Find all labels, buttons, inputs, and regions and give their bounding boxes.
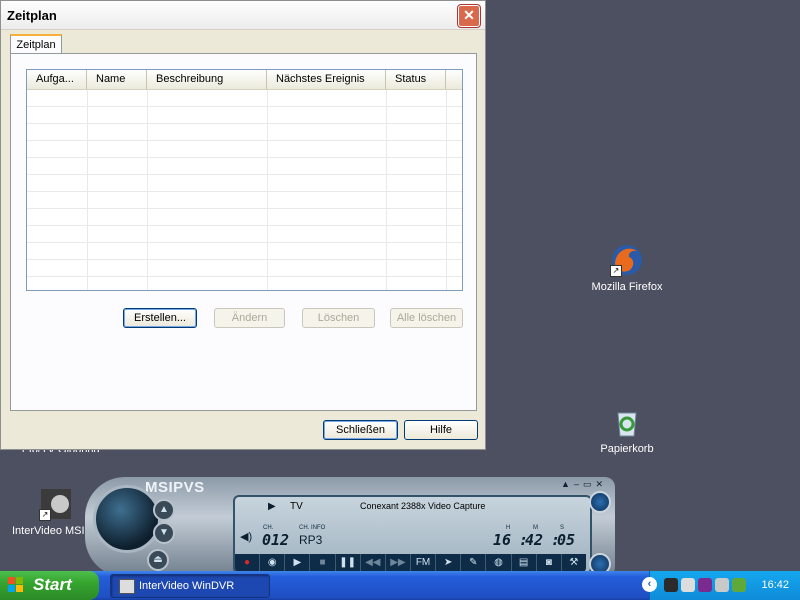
nvidia-tray-icon[interactable] <box>732 578 746 592</box>
change-button[interactable]: Ändern <box>214 308 285 328</box>
column-header-name[interactable]: Name <box>87 70 147 89</box>
desktop-icon-label: Papierkorb <box>600 443 654 455</box>
capture-device: Conexant 2388x Video Capture <box>360 501 486 511</box>
channel-number: 012 <box>262 531 290 549</box>
pause-icon[interactable]: ❚❚ <box>336 554 361 572</box>
create-button[interactable]: Erstellen... <box>123 308 197 328</box>
dialog-title: Zeitplan <box>7 8 57 23</box>
player-window-controls[interactable]: ▲–▭✕ <box>561 479 607 490</box>
start-button[interactable]: Start <box>0 571 99 600</box>
time-seconds: 05 <box>557 531 576 549</box>
desktop-icon-label: Mozilla Firefox <box>591 281 663 293</box>
column-header-task[interactable]: Aufga... <box>27 70 87 89</box>
time-hours: 16 <box>493 531 512 549</box>
eject-icon[interactable]: ⏏ <box>147 549 169 571</box>
play-state-icon: ▶ <box>268 501 276 512</box>
transport-controls: ● ◉ ▶ ■ ❚❚ ◀◀ ▶▶ FM ➤ ✎ ◍ ▤ ◙ ⚒ <box>235 554 586 572</box>
web-icon[interactable]: ◍ <box>486 554 512 572</box>
schedule-list[interactable]: Aufga... Name Beschreibung Nächstes Erei… <box>26 69 463 291</box>
taskbar-item-windvr[interactable]: InterVideo WinDVR <box>110 574 270 598</box>
lcd-status-line: ▶ TV Conexant 2388x Video Capture <box>240 501 583 515</box>
snapshot-icon[interactable]: ◙ <box>537 554 562 572</box>
recycle-bin-icon <box>610 405 644 439</box>
fm-radio-button[interactable]: FM <box>411 554 437 572</box>
tab-schedule[interactable]: Zeitplan <box>10 34 62 54</box>
schedule-dialog: Zeitplan ✕ Zeitplan Aufga... Name Beschr… <box>0 0 486 450</box>
down-arrow-icon[interactable]: ▼ <box>153 522 175 544</box>
windvr-app-icon <box>119 579 135 594</box>
clock: 16:42 <box>761 579 789 591</box>
stop-icon[interactable]: ■ <box>310 554 336 572</box>
delete-button[interactable]: Löschen <box>302 308 375 328</box>
column-header-filler <box>446 70 462 89</box>
column-divider <box>446 90 447 290</box>
chevron-left-icon[interactable]: ‹ <box>642 577 657 592</box>
network-tray-icon[interactable] <box>681 578 695 592</box>
column-divider <box>267 90 268 290</box>
column-header-status[interactable]: Status <box>386 70 446 89</box>
volume-tray-icon[interactable] <box>715 578 729 592</box>
security-tray-icon[interactable] <box>698 578 712 592</box>
fast-forward-icon[interactable]: ▶▶ <box>386 554 411 572</box>
list-rows <box>27 90 462 290</box>
schedule-icon[interactable]: ✎ <box>461 554 487 572</box>
desktop-icon-recycle-bin[interactable]: Papierkorb <box>582 405 672 455</box>
close-button[interactable]: Schließen <box>323 420 398 440</box>
desktop-icon-firefox[interactable]: ↗ Mozilla Firefox <box>582 243 672 293</box>
settings-wrench-icon[interactable]: ⚒ <box>562 554 586 572</box>
windows-flag-icon <box>8 577 23 592</box>
media-player: MSIPVS ▲ ▼ ⏏ ▲–▭✕ ▶ TV Conexant 2388x Vi… <box>85 477 615 577</box>
up-arrow-icon[interactable]: ▲ <box>153 499 175 521</box>
speaker-icon[interactable]: ◀) <box>240 530 252 543</box>
timeshift-icon[interactable]: ◉ <box>260 554 286 572</box>
column-header-description[interactable]: Beschreibung <box>147 70 267 89</box>
time-minutes: 42 <box>525 531 544 549</box>
taskbar-item-label: InterVideo WinDVR <box>139 580 235 592</box>
lcd-display: ▶ TV Conexant 2388x Video Capture ◀) CH.… <box>233 495 592 574</box>
dialog-titlebar[interactable]: Zeitplan ✕ <box>1 1 485 30</box>
intervideo-icon: ↗ <box>39 487 73 521</box>
column-divider <box>386 90 387 290</box>
firefox-icon: ↗ <box>610 243 644 277</box>
list-header: Aufga... Name Beschreibung Nächstes Erei… <box>27 70 462 90</box>
source-mode: TV <box>290 501 303 512</box>
column-divider <box>87 90 88 290</box>
taskbar: Start InterVideo WinDVR ‹ 16:42 <box>0 571 800 600</box>
help-button[interactable]: Hilfe <box>404 420 478 440</box>
play-icon[interactable]: ▶ <box>285 554 311 572</box>
document-icon[interactable]: ▤ <box>512 554 537 572</box>
column-divider <box>147 90 148 290</box>
start-label: Start <box>33 575 72 594</box>
monitor-tray-icon[interactable] <box>664 578 678 592</box>
side-blue-button-top[interactable] <box>589 491 611 513</box>
column-header-next-event[interactable]: Nächstes Ereignis <box>267 70 386 89</box>
rewind-icon[interactable]: ◀◀ <box>361 554 386 572</box>
close-icon[interactable]: ✕ <box>458 5 480 27</box>
player-brand: MSIPVS <box>145 479 205 496</box>
channel-info-label: CH. INFO <box>299 525 326 531</box>
channel-info: RP3 <box>299 533 323 547</box>
volume-knob[interactable] <box>93 485 161 553</box>
delete-all-button[interactable]: Alle löschen <box>390 308 463 328</box>
tab-panel: Aufga... Name Beschreibung Nächstes Erei… <box>10 53 477 411</box>
record-icon[interactable]: ● <box>235 554 261 572</box>
system-tray: ‹ 16:42 <box>642 571 800 600</box>
mouse-pointer-icon[interactable]: ➤ <box>436 554 462 572</box>
